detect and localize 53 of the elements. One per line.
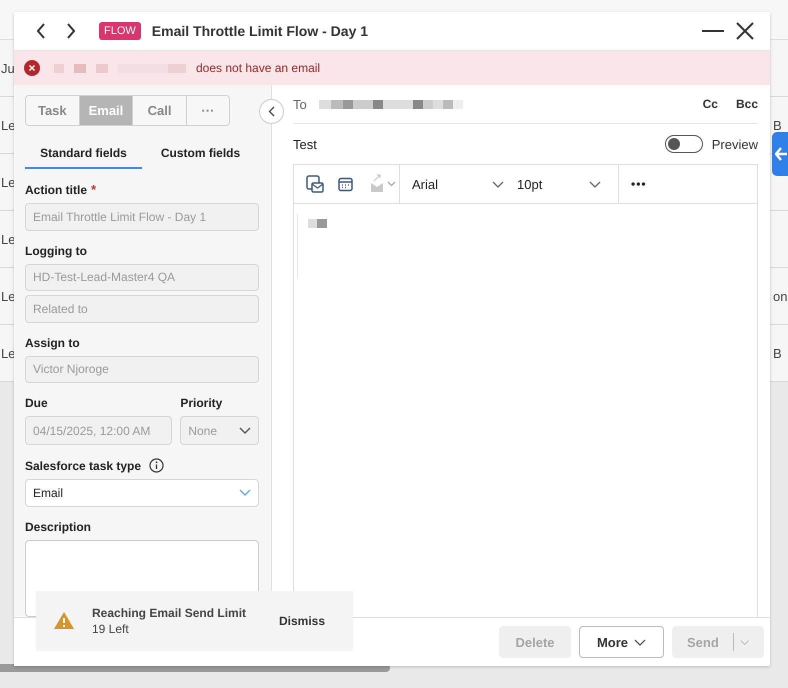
side-tab-button[interactable] [772,132,788,176]
chevron-down-icon [740,638,749,646]
table-cell: Ju [1,60,15,76]
field-label: Priority [180,396,222,410]
chevron-down-icon [589,180,601,188]
window-title: Email Throttle Limit Flow - Day 1 [152,23,368,39]
more-button[interactable]: More [579,626,664,658]
size-dropdown[interactable]: 10pt [504,176,601,192]
field-label: Assign to [25,336,80,350]
dismiss-button[interactable]: Dismiss [278,614,325,628]
preview-toggle[interactable] [664,135,703,153]
field-label: Due [25,396,48,410]
mode-tab[interactable]: Task [26,96,80,126]
flow-badge: FLOW [99,22,141,40]
toast-detail: 19 Left [92,622,130,636]
toggle-label: Preview [712,136,758,152]
error-icon [24,60,40,76]
to-label: To [293,96,307,112]
field-tab[interactable]: Standard fields [25,138,142,170]
template-icon[interactable] [306,175,324,193]
info-icon[interactable] [149,458,164,474]
arrow-icon [775,147,787,161]
toast-title: Reaching Email Send Limit [92,606,246,620]
more-options-button[interactable]: ••• [619,165,659,203]
redacted-body-text [308,219,327,228]
alert-message: does not have an email [196,61,320,75]
collapse-button[interactable] [259,99,284,124]
close-icon[interactable] [736,22,754,40]
field-label: Logging to [25,244,87,258]
chevron-down-icon [634,638,646,646]
table-cell-text: B [773,118,783,132]
table-cell: on [773,288,788,304]
field-tab[interactable]: Custom fields [142,138,259,170]
warning-icon [53,611,75,630]
field-label: Description [25,520,92,534]
table-cell-text: B [773,346,783,360]
back-icon[interactable] [36,23,46,39]
font-dropdown[interactable]: Arial [400,176,504,192]
field-label: Salesforce task type [25,458,142,473]
forward-icon[interactable] [66,23,76,39]
field-label: Action title [25,182,87,197]
mode-tab[interactable]: Email [80,96,134,126]
bcc-button[interactable]: Bcc [736,97,758,111]
minimize-icon[interactable] [702,29,724,33]
cc-button[interactable]: Cc [702,97,718,111]
calendar-icon[interactable] [338,176,353,192]
chevron-left-icon [268,106,275,117]
chevron-down-icon [239,489,251,496]
subject-text: Test [293,136,317,152]
required-mark: * [91,182,96,198]
chevron-down-icon [239,427,251,434]
chevron-down-icon [492,180,504,188]
task-type-dropdown[interactable]: Email [25,479,259,507]
